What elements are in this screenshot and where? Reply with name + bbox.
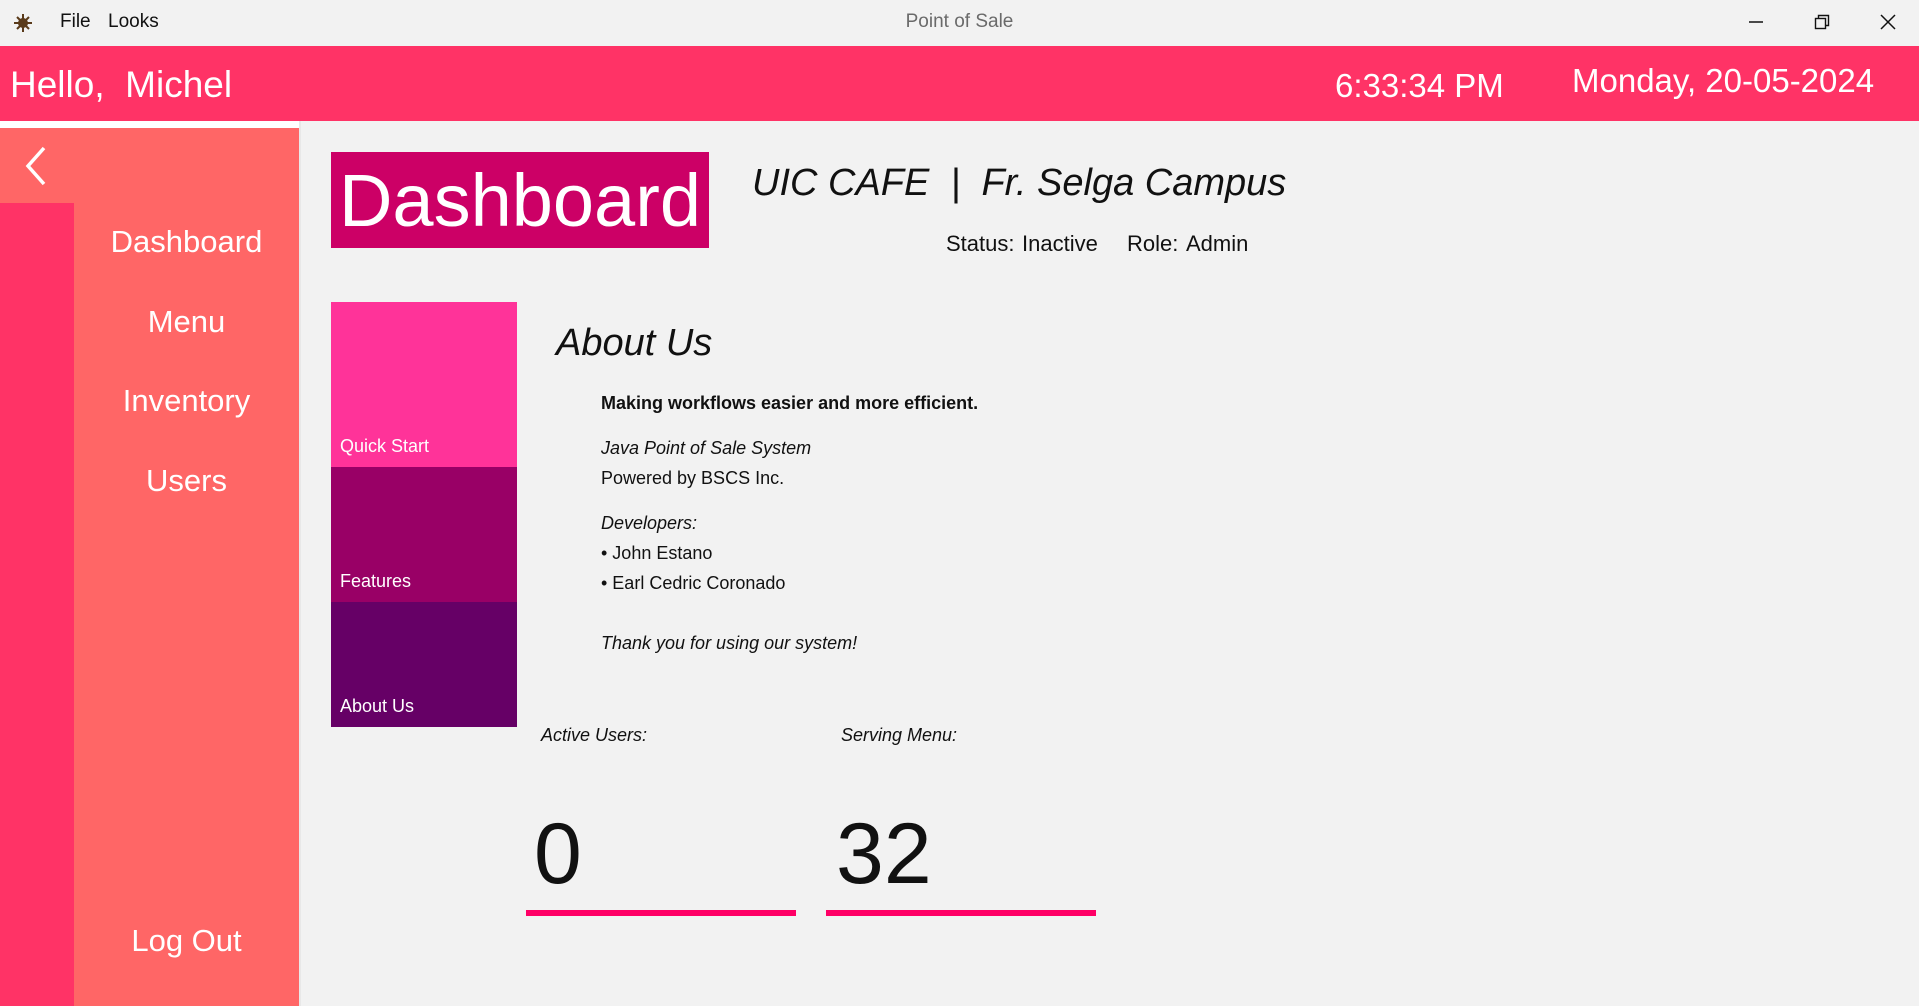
role-label: Role: bbox=[1127, 231, 1179, 256]
minimize-button[interactable] bbox=[1723, 0, 1789, 44]
active-users-underline bbox=[526, 910, 796, 916]
window-title: Point of Sale bbox=[905, 11, 1014, 32]
title-bar: File Looks Point of Sale bbox=[0, 0, 1919, 46]
header-bar: Hello, Michel 6:33:34 PM Monday, 20-05-2… bbox=[0, 46, 1919, 121]
current-date: Monday, 20-05-2024 bbox=[1572, 62, 1875, 99]
collapse-sidebar-button[interactable] bbox=[0, 128, 74, 203]
about-system: Java Point of Sale System bbox=[601, 438, 812, 458]
status-value: Inactive bbox=[1022, 231, 1098, 256]
about-developers-label: Developers: bbox=[601, 513, 698, 533]
about-powered: Powered by BSCS Inc. bbox=[601, 468, 785, 488]
tile-label: About Us bbox=[340, 696, 415, 716]
tile-label: Features bbox=[340, 571, 412, 591]
tile-features[interactable]: Features bbox=[331, 467, 517, 602]
developer-item: • Earl Cedric Coronado bbox=[601, 573, 786, 593]
status-label: Status: bbox=[946, 231, 1015, 256]
serving-menu-underline bbox=[826, 910, 1096, 916]
sidebar: Dashboard Menu Inventory Users Log Out bbox=[0, 128, 299, 1006]
sidebar-item-users[interactable]: Users bbox=[74, 463, 299, 499]
serving-menu-label: Serving Menu: bbox=[841, 725, 958, 745]
restore-button[interactable] bbox=[1789, 0, 1855, 44]
page-title: Dashboard bbox=[331, 152, 709, 248]
sidebar-top-strip bbox=[0, 121, 299, 128]
close-icon bbox=[1880, 14, 1896, 30]
logout-button[interactable]: Log Out bbox=[74, 923, 299, 959]
sidebar-item-dashboard[interactable]: Dashboard bbox=[74, 224, 299, 260]
role-value: Admin bbox=[1186, 231, 1249, 256]
greeting-text: Hello, Michel bbox=[10, 64, 233, 105]
about-thanks: Thank you for using our system! bbox=[601, 633, 858, 653]
clock-time: 6:33:34 PM bbox=[1335, 67, 1504, 104]
tile-quick-start[interactable]: Quick Start bbox=[331, 302, 517, 467]
serving-menu-value: 32 bbox=[836, 806, 932, 902]
minimize-icon bbox=[1749, 21, 1763, 23]
close-button[interactable] bbox=[1855, 0, 1919, 44]
sidebar-divider bbox=[299, 121, 301, 1006]
cafe-name: UIC CAFE | Fr. Selga Campus bbox=[752, 162, 1287, 204]
chevron-left-icon bbox=[25, 146, 46, 185]
about-tagline: Making workflows easier and more efficie… bbox=[601, 393, 979, 413]
sidebar-item-menu[interactable]: Menu bbox=[74, 304, 299, 340]
developer-item: • John Estano bbox=[601, 543, 713, 563]
tile-about-us[interactable]: About Us bbox=[331, 602, 517, 727]
sidebar-item-inventory[interactable]: Inventory bbox=[74, 383, 299, 419]
sidebar-rail bbox=[0, 203, 74, 1006]
active-users-label: Active Users: bbox=[541, 725, 648, 745]
active-users-value: 0 bbox=[534, 806, 582, 902]
restore-icon bbox=[1814, 14, 1830, 30]
tile-label: Quick Start bbox=[340, 436, 430, 456]
about-heading: About Us bbox=[556, 322, 713, 364]
